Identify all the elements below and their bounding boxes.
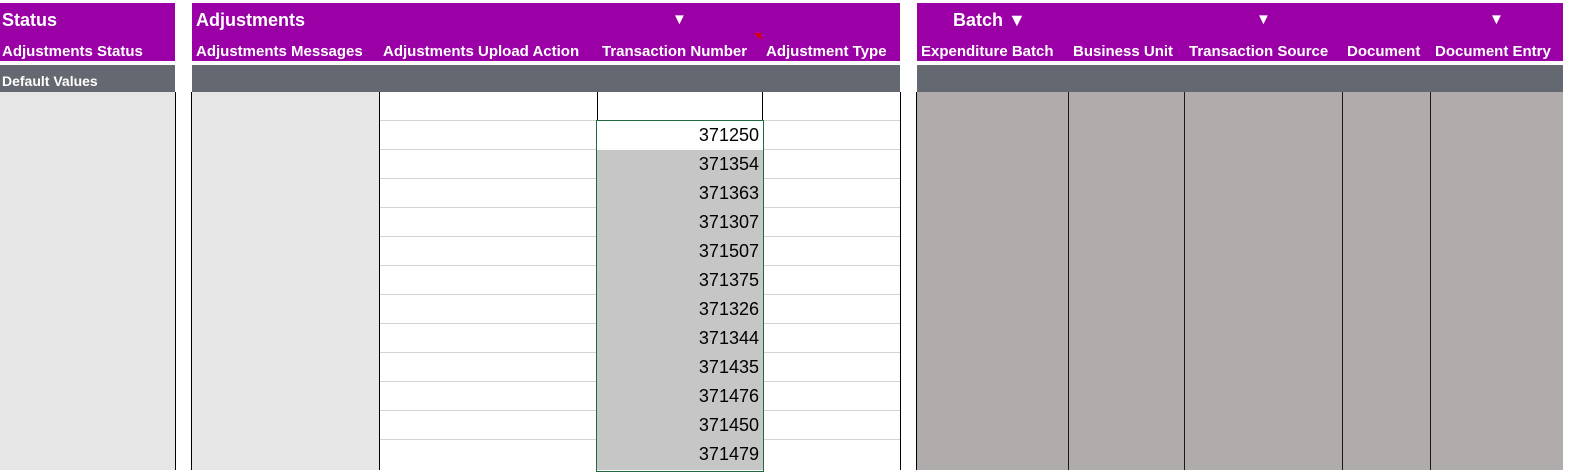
col-header-adjustments-status[interactable]: Adjustments Status: [2, 43, 143, 60]
status-column-body[interactable]: [0, 92, 175, 470]
filter-dropdown-arrow-icon[interactable]: ▼: [1489, 11, 1504, 28]
col-header-business-unit[interactable]: Business Unit: [1073, 43, 1173, 60]
batch-group-header: Batch ▼ ▼ ▼ Expenditure Batch Business U…: [917, 3, 1563, 61]
column-border: [191, 92, 192, 470]
column-border: [597, 92, 598, 120]
comment-indicator-icon: [754, 33, 761, 40]
column-border: [379, 92, 380, 470]
filter-dropdown-arrow-icon[interactable]: ▼: [1256, 11, 1271, 28]
messages-column-body[interactable]: [192, 92, 380, 470]
default-values-bar-batch: [917, 65, 1563, 92]
col-header-document[interactable]: Document: [1347, 43, 1420, 60]
column-border: [175, 92, 176, 470]
filter-dropdown-arrow-icon[interactable]: ▼: [672, 11, 687, 28]
default-values-bar-adjustments: [192, 65, 900, 92]
column-border: [1342, 92, 1343, 470]
adjustments-group-header: Adjustments ▼ Adjustments Messages Adjus…: [192, 3, 900, 61]
col-header-expenditure-batch[interactable]: Expenditure Batch: [921, 43, 1054, 60]
batch-columns-body[interactable]: [917, 92, 1563, 470]
column-border: [900, 92, 901, 470]
status-group-header: Status Adjustments Status: [0, 3, 175, 61]
default-values-bar: Default Values: [0, 65, 175, 92]
col-header-adjustments-upload-action[interactable]: Adjustments Upload Action: [383, 43, 579, 60]
col-header-document-entry[interactable]: Document Entry: [1435, 43, 1551, 60]
column-border: [1430, 92, 1431, 470]
status-group-title: Status: [2, 10, 58, 30]
col-header-transaction-source[interactable]: Transaction Source: [1189, 43, 1328, 60]
column-border: [762, 92, 763, 120]
col-header-transaction-number[interactable]: Transaction Number: [602, 43, 747, 60]
default-values-label: Default Values: [2, 73, 98, 89]
selection-range-border: [596, 120, 764, 472]
col-header-adjustments-messages[interactable]: Adjustments Messages: [196, 43, 363, 60]
batch-group-title[interactable]: Batch ▼: [953, 10, 1026, 31]
col-header-adjustment-type[interactable]: Adjustment Type: [766, 43, 887, 60]
column-border: [916, 92, 917, 470]
column-border: [1068, 92, 1069, 470]
adjustments-group-title: Adjustments: [196, 10, 306, 30]
column-border: [1184, 92, 1185, 470]
